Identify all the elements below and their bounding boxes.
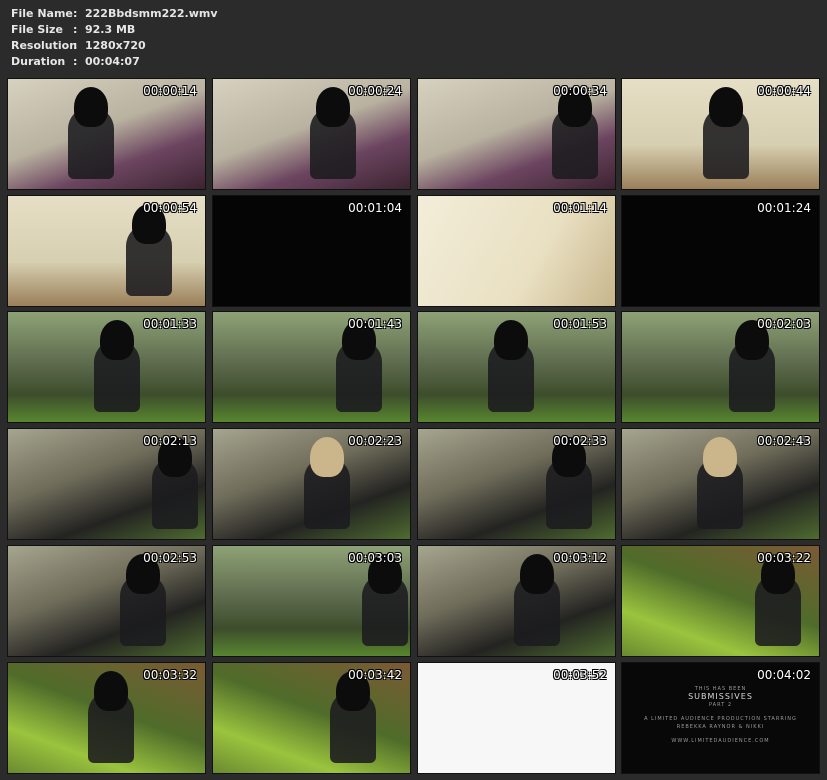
timestamp: 00:03:03 [348, 551, 402, 565]
timestamp: 00:03:52 [553, 668, 607, 682]
timestamp: 00:04:02 [757, 668, 811, 682]
video-thumbnail[interactable]: 00:01:24 [621, 195, 820, 307]
video-thumbnail[interactable]: 00:00:14 [7, 78, 206, 190]
video-thumbnail[interactable]: 00:00:44 [621, 78, 820, 190]
timestamp: 00:01:53 [553, 317, 607, 331]
video-thumbnail[interactable]: 00:03:03 [212, 545, 411, 657]
timestamp: 00:02:53 [143, 551, 197, 565]
video-thumbnail[interactable]: 00:03:42 [212, 662, 411, 774]
timestamp: 00:01:14 [553, 201, 607, 215]
video-thumbnail[interactable]: 00:01:53 [417, 311, 616, 423]
title-card-line: WWW.LIMITEDAUDIENCE.COM [671, 738, 770, 744]
timestamp: 00:00:54 [143, 201, 197, 215]
video-thumbnail[interactable]: 00:03:52 [417, 662, 616, 774]
hair-shape [94, 671, 128, 711]
video-thumbnail[interactable]: 00:01:04 [212, 195, 411, 307]
video-thumbnail[interactable]: 00:01:33 [7, 311, 206, 423]
hair-shape [316, 87, 350, 127]
video-thumbnail[interactable]: 00:02:13 [7, 428, 206, 540]
timestamp: 00:00:44 [757, 84, 811, 98]
title-card-line: REBEKKA RAYNOR & NIKKI [676, 724, 765, 730]
video-thumbnail[interactable]: 00:02:23 [212, 428, 411, 540]
timestamp: 00:00:14 [143, 84, 197, 98]
thumbnail-grid: 00:00:14 00:00:24 00:00:34 00:00:44 00:00:54… [0, 0, 827, 780]
hair-shape [74, 87, 108, 127]
timestamp: 00:02:03 [757, 317, 811, 331]
video-thumbnail[interactable]: 00:03:12 [417, 545, 616, 657]
video-thumbnail[interactable]: 00:03:22 [621, 545, 820, 657]
title-card-line: PART 2 [708, 702, 733, 708]
timestamp: 00:02:23 [348, 434, 402, 448]
video-thumbnail[interactable]: THIS HAS BEEN SUBMISSIVES PART 2A LIMITED … [621, 662, 820, 774]
timestamp: 00:03:12 [553, 551, 607, 565]
video-thumbnail[interactable]: 00:02:43 [621, 428, 820, 540]
hair-shape [520, 554, 554, 594]
timestamp: 00:01:33 [143, 317, 197, 331]
video-thumbnail[interactable]: 00:00:24 [212, 78, 411, 190]
timestamp: 00:02:13 [143, 434, 197, 448]
timestamp: 00:00:24 [348, 84, 402, 98]
timestamp: 00:02:43 [757, 434, 811, 448]
video-thumbnail[interactable]: 00:01:14 [417, 195, 616, 307]
title-card-line: A LIMITED AUDIENCE PRODUCTION STARRING [644, 716, 797, 722]
timestamp: 00:00:34 [553, 84, 607, 98]
timestamp: 00:01:24 [757, 201, 811, 215]
title-card: THIS HAS BEEN SUBMISSIVES PART 2A LIMITED … [622, 685, 819, 745]
timestamp: 00:02:33 [553, 434, 607, 448]
timestamp: 00:01:04 [348, 201, 402, 215]
video-thumbnail[interactable]: 00:00:34 [417, 78, 616, 190]
video-thumbnail[interactable]: 00:02:33 [417, 428, 616, 540]
hair-shape [494, 320, 528, 360]
timestamp: 00:03:22 [757, 551, 811, 565]
title-card-line: SUBMISSIVES [688, 692, 753, 701]
hair-shape [100, 320, 134, 360]
hair-shape [703, 437, 737, 477]
video-thumbnail[interactable]: 00:02:53 [7, 545, 206, 657]
video-thumbnail[interactable]: 00:01:43 [212, 311, 411, 423]
hair-shape [709, 87, 743, 127]
timestamp: 00:01:43 [348, 317, 402, 331]
hair-shape [310, 437, 344, 477]
video-thumbnail[interactable]: 00:00:54 [7, 195, 206, 307]
video-thumbnail[interactable]: 00:03:32 [7, 662, 206, 774]
timestamp: 00:03:32 [143, 668, 197, 682]
video-thumbnail[interactable]: 00:02:03 [621, 311, 820, 423]
timestamp: 00:03:42 [348, 668, 402, 682]
